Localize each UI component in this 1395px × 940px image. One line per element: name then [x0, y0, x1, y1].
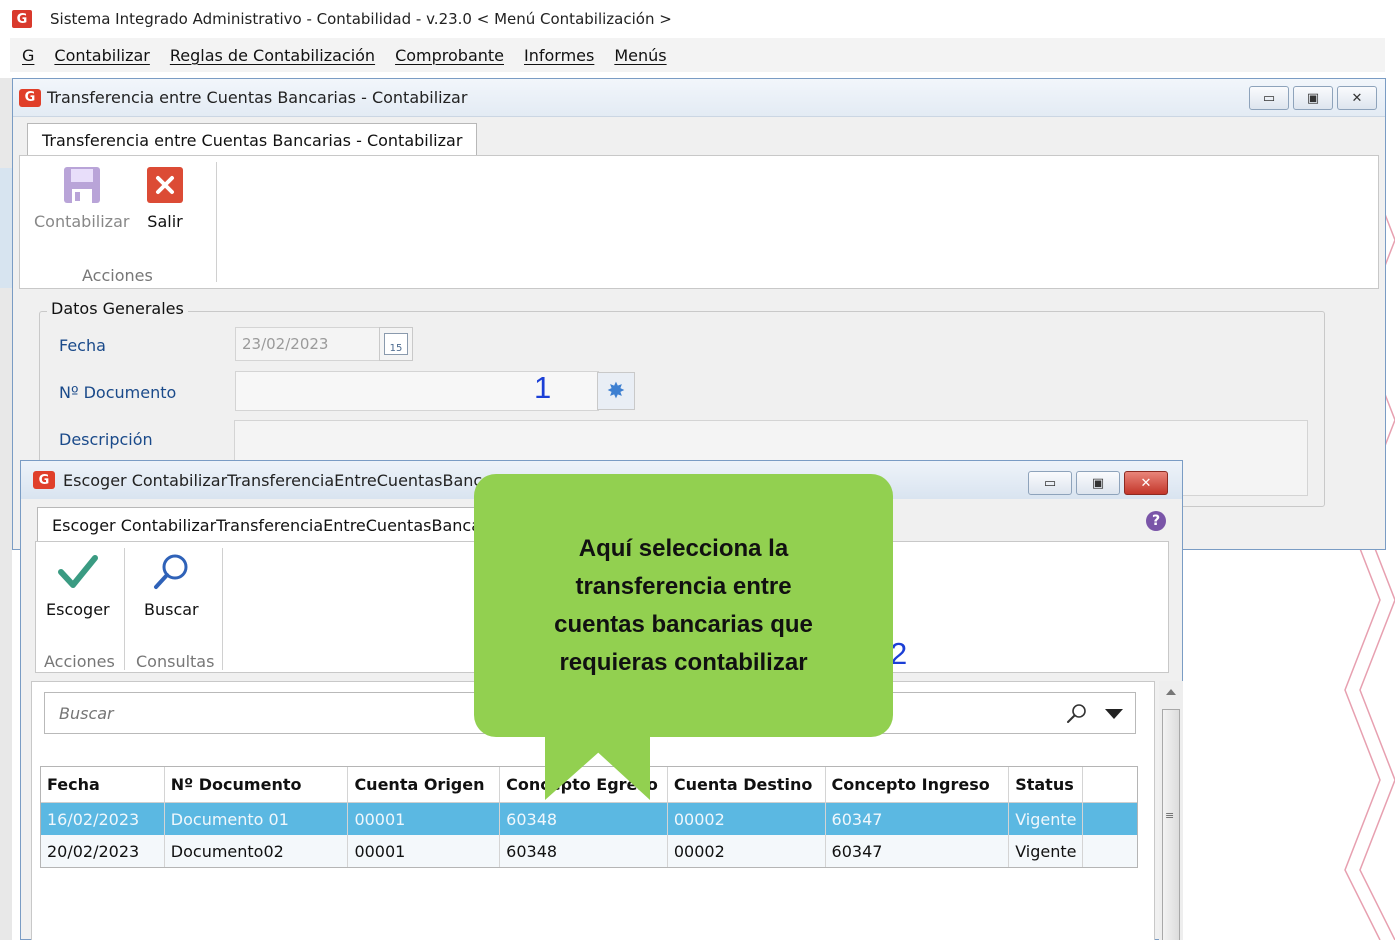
- dialog-minimize-button[interactable]: ▭: [1028, 471, 1072, 495]
- app-title-bar: G Sistema Integrado Administrativo - Con…: [10, 4, 1385, 34]
- ribbon-separator-1: [124, 548, 125, 670]
- menu-item-comprobante[interactable]: Comprobante: [395, 46, 504, 65]
- menu-item-menus[interactable]: Menús: [614, 46, 666, 65]
- scroll-up-icon[interactable]: [1166, 689, 1176, 695]
- window-title: Transferencia entre Cuentas Bancarias - …: [47, 88, 468, 107]
- menu-item-contabilizar[interactable]: Contabilizar: [54, 46, 149, 65]
- dialog-maximize-button[interactable]: ▣: [1076, 471, 1120, 495]
- header-extra: [1083, 767, 1137, 802]
- scroll-thumb[interactable]: [1162, 709, 1180, 940]
- documento-label: Nº Documento: [59, 383, 177, 402]
- checkmark-icon: [57, 555, 98, 588]
- group-label-acciones-dialog: Acciones: [44, 652, 115, 671]
- cell-concepto-egreso: 60348: [500, 835, 668, 867]
- header-status[interactable]: Status: [1009, 767, 1084, 802]
- header-fecha[interactable]: Fecha: [41, 767, 165, 802]
- magnifier-icon: [154, 554, 188, 589]
- header-concepto-ingreso[interactable]: Concepto Ingreso: [826, 767, 1010, 802]
- cell-extra: [1083, 835, 1137, 867]
- maximize-button[interactable]: ▣: [1293, 86, 1333, 110]
- window-logo-icon: G: [19, 88, 41, 107]
- group-label-acciones: Acciones: [82, 266, 153, 285]
- contabilizar-label: Contabilizar: [34, 212, 130, 231]
- cell-status: Vigente: [1009, 803, 1084, 835]
- cell-cuenta-origen: 00001: [348, 835, 501, 867]
- minimize-button[interactable]: ▭: [1249, 86, 1289, 110]
- cell-concepto-ingreso: 60347: [826, 803, 1010, 835]
- header-documento[interactable]: Nº Documento: [165, 767, 349, 802]
- cell-cuenta-destino: 00002: [668, 835, 826, 867]
- callout-text: Aquí selecciona la transferencia entre c…: [554, 534, 813, 676]
- annotation-number-1: 1: [534, 370, 552, 405]
- callout-pointer: [580, 736, 650, 800]
- save-icon: [63, 167, 100, 203]
- cell-concepto-egreso: 60348: [500, 803, 668, 835]
- instruction-callout: Aquí selecciona la transferencia entre c…: [474, 474, 893, 737]
- cell-concepto-ingreso: 60347: [826, 835, 1010, 867]
- salir-label: Salir: [147, 212, 183, 231]
- search-icon[interactable]: [1065, 702, 1089, 726]
- table-row[interactable]: 20/02/2023 Documento02 00001 60348 00002…: [41, 835, 1137, 867]
- salir-button[interactable]: Salir: [146, 166, 184, 231]
- toolbar-ribbon: Contabilizar Salir Acciones: [19, 155, 1379, 289]
- vertical-scrollbar[interactable]: ≡: [1159, 681, 1183, 940]
- dialog-close-button[interactable]: ✕: [1124, 471, 1168, 495]
- header-cuenta-origen[interactable]: Cuenta Origen: [348, 767, 501, 802]
- tab-contabilizar[interactable]: Transferencia entre Cuentas Bancarias - …: [27, 123, 478, 157]
- cell-documento: Documento 01: [165, 803, 349, 835]
- menu-item-g[interactable]: G: [22, 46, 34, 65]
- fecha-input[interactable]: 23/02/2023: [235, 327, 381, 361]
- escoger-button[interactable]: Escoger: [46, 552, 110, 619]
- cell-documento: Documento02: [165, 835, 349, 867]
- close-red-icon: [147, 167, 183, 203]
- cell-status: Vigente: [1009, 835, 1084, 867]
- header-cuenta-destino[interactable]: Cuenta Destino: [668, 767, 826, 802]
- contabilizar-button[interactable]: Contabilizar: [34, 166, 129, 231]
- help-icon[interactable]: ?: [1146, 511, 1166, 531]
- cell-cuenta-destino: 00002: [668, 803, 826, 835]
- dialog-title: Escoger ContabilizarTransferenciaEntreCu…: [63, 470, 492, 490]
- search-dropdown-icon[interactable]: [1105, 709, 1123, 719]
- cell-fecha: 20/02/2023: [41, 835, 165, 867]
- datos-generales-title: Datos Generales: [47, 299, 188, 318]
- document-search-button[interactable]: ✸: [597, 372, 635, 410]
- main-menu-bar: G Contabilizar Reglas de Contabilización…: [10, 38, 1385, 72]
- window-titlebar: G Transferencia entre Cuentas Bancarias …: [13, 79, 1385, 117]
- cell-fecha: 16/02/2023: [41, 803, 165, 835]
- cell-cuenta-origen: 00001: [348, 803, 501, 835]
- buscar-button[interactable]: Buscar: [144, 552, 199, 619]
- scroll-grip-icon: ≡: [1165, 809, 1175, 822]
- ribbon-separator-2: [222, 548, 223, 670]
- buscar-label: Buscar: [144, 600, 199, 619]
- background-panel: [0, 78, 12, 940]
- app-logo-icon: G: [12, 10, 32, 28]
- cell-extra: [1083, 803, 1137, 835]
- group-label-consultas: Consultas: [136, 652, 215, 671]
- dialog-tab[interactable]: Escoger ContabilizarTransferenciaEntreCu…: [37, 507, 496, 543]
- descripcion-label: Descripción: [59, 430, 153, 449]
- table-row[interactable]: 16/02/2023 Documento 01 00001 60348 0000…: [41, 803, 1137, 835]
- calendar-icon: 15: [384, 333, 408, 355]
- dialog-logo-icon: G: [33, 471, 55, 489]
- fecha-label: Fecha: [59, 336, 106, 355]
- menu-item-reglas[interactable]: Reglas de Contabilización: [170, 46, 375, 65]
- dialog-window-controls: ▭ ▣ ✕: [1028, 471, 1168, 495]
- ribbon-separator: [216, 162, 217, 282]
- escoger-label: Escoger: [46, 600, 110, 619]
- close-button[interactable]: ✕: [1337, 86, 1377, 110]
- menu-item-informes[interactable]: Informes: [524, 46, 594, 65]
- calendar-button[interactable]: 15: [379, 327, 413, 361]
- window-controls: ▭ ▣ ✕: [1249, 86, 1377, 110]
- tab-strip: Transferencia entre Cuentas Bancarias - …: [13, 117, 1385, 157]
- search-star-icon: ✸: [606, 378, 626, 404]
- app-title: Sistema Integrado Administrativo - Conta…: [50, 10, 672, 28]
